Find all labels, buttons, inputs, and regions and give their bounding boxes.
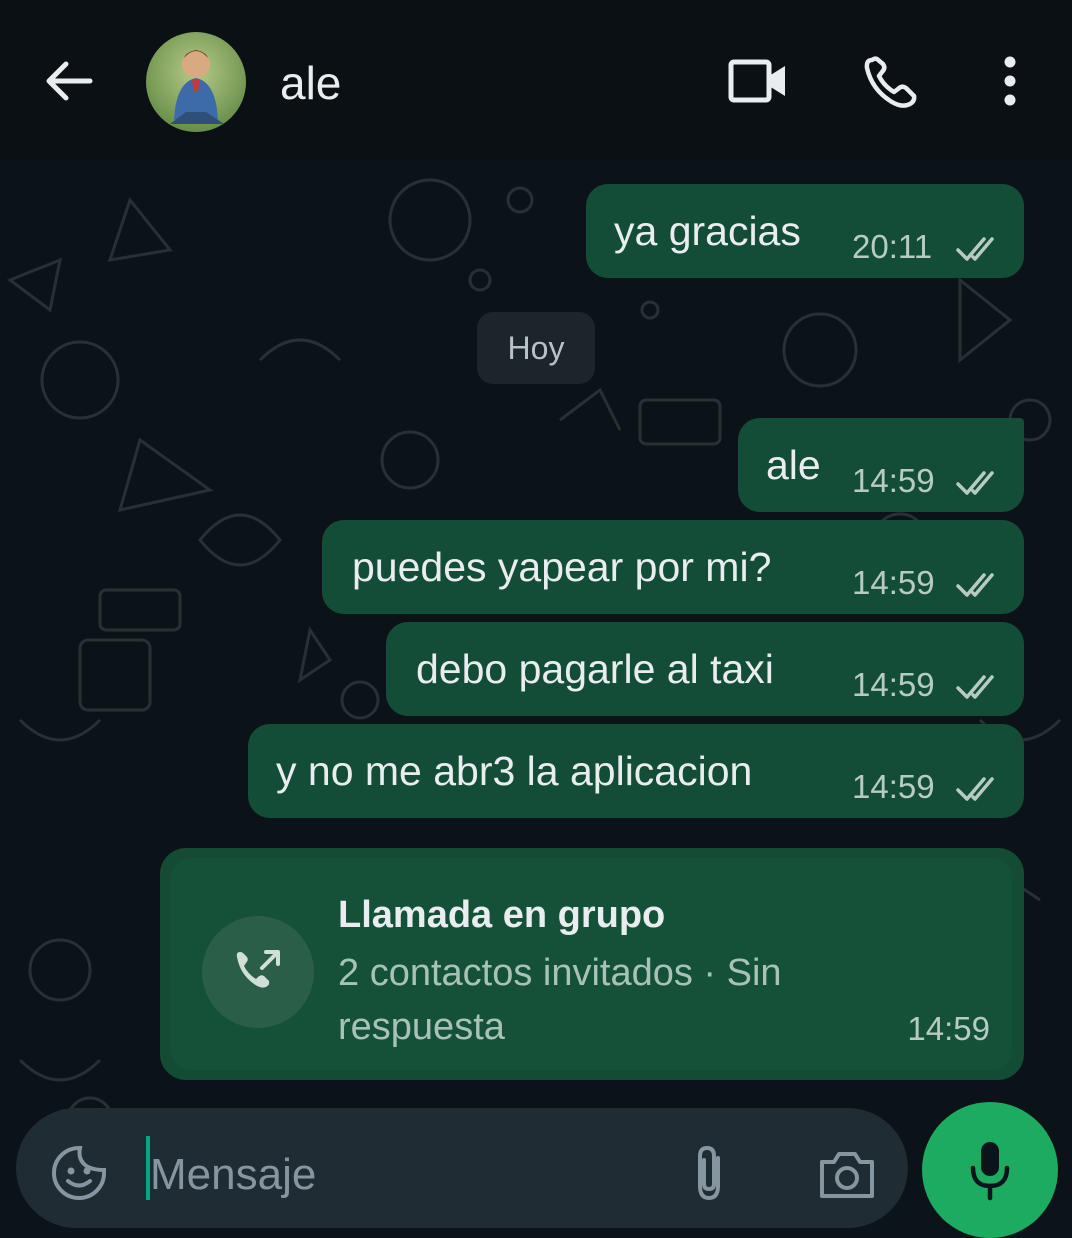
message-text: puedes yapear por mi? <box>352 544 772 590</box>
outgoing-call-icon <box>202 916 314 1028</box>
sticker-icon[interactable] <box>50 1144 108 1207</box>
message-bubble[interactable]: y no me abr3 la aplicacion 14:59 <box>248 724 1024 818</box>
chat-area[interactable]: ya gracias 20:11 Hoy ale 14:59 puedes ya… <box>0 160 1072 1200</box>
message-text: ale <box>766 442 821 488</box>
message-time: 14:59 <box>852 462 935 499</box>
read-ticks-icon <box>956 468 1002 503</box>
group-call-message[interactable]: Llamada en grupo 2 contactos invitados ·… <box>160 848 1024 1080</box>
date-separator: Hoy <box>477 312 595 384</box>
call-title: Llamada en grupo <box>338 894 666 936</box>
back-arrow-icon[interactable] <box>40 52 98 110</box>
message-bubble[interactable]: puedes yapear por mi? 14:59 <box>322 520 1024 614</box>
chat-header: ale <box>0 0 1072 160</box>
call-time: 14:59 <box>907 1010 990 1047</box>
read-ticks-icon <box>956 570 1002 605</box>
read-ticks-icon <box>956 774 1002 809</box>
message-input[interactable] <box>148 1144 672 1206</box>
message-text: ya gracias <box>614 208 801 254</box>
message-text: y no me abr3 la aplicacion <box>276 748 753 794</box>
contact-name[interactable]: ale <box>280 56 341 110</box>
group-call-card[interactable]: Llamada en grupo 2 contactos invitados ·… <box>170 858 1012 1070</box>
voice-call-icon[interactable] <box>862 54 920 115</box>
mic-icon[interactable] <box>922 1102 1058 1238</box>
message-time: 14:59 <box>852 768 935 805</box>
message-time: 14:59 <box>852 564 935 601</box>
read-ticks-icon <box>956 234 1002 269</box>
message-bubble[interactable]: ale 14:59 <box>738 418 1024 512</box>
read-ticks-icon <box>956 672 1002 707</box>
more-options-icon[interactable] <box>994 54 1026 115</box>
attach-icon[interactable] <box>684 1144 734 1209</box>
message-time: 20:11 <box>852 228 933 265</box>
camera-icon[interactable] <box>816 1148 878 1207</box>
call-subtitle-continued: respuesta <box>338 1006 505 1048</box>
message-bubble[interactable]: debo pagarle al taxi 14:59 <box>386 622 1024 716</box>
message-composer <box>16 1108 908 1228</box>
call-subtitle: 2 contactos invitados · Sin <box>338 952 782 994</box>
message-text: debo pagarle al taxi <box>416 646 774 692</box>
message-bubble[interactable]: ya gracias 20:11 <box>586 184 1024 278</box>
avatar[interactable] <box>146 32 246 132</box>
message-time: 14:59 <box>852 666 935 703</box>
video-call-icon[interactable] <box>727 54 789 113</box>
